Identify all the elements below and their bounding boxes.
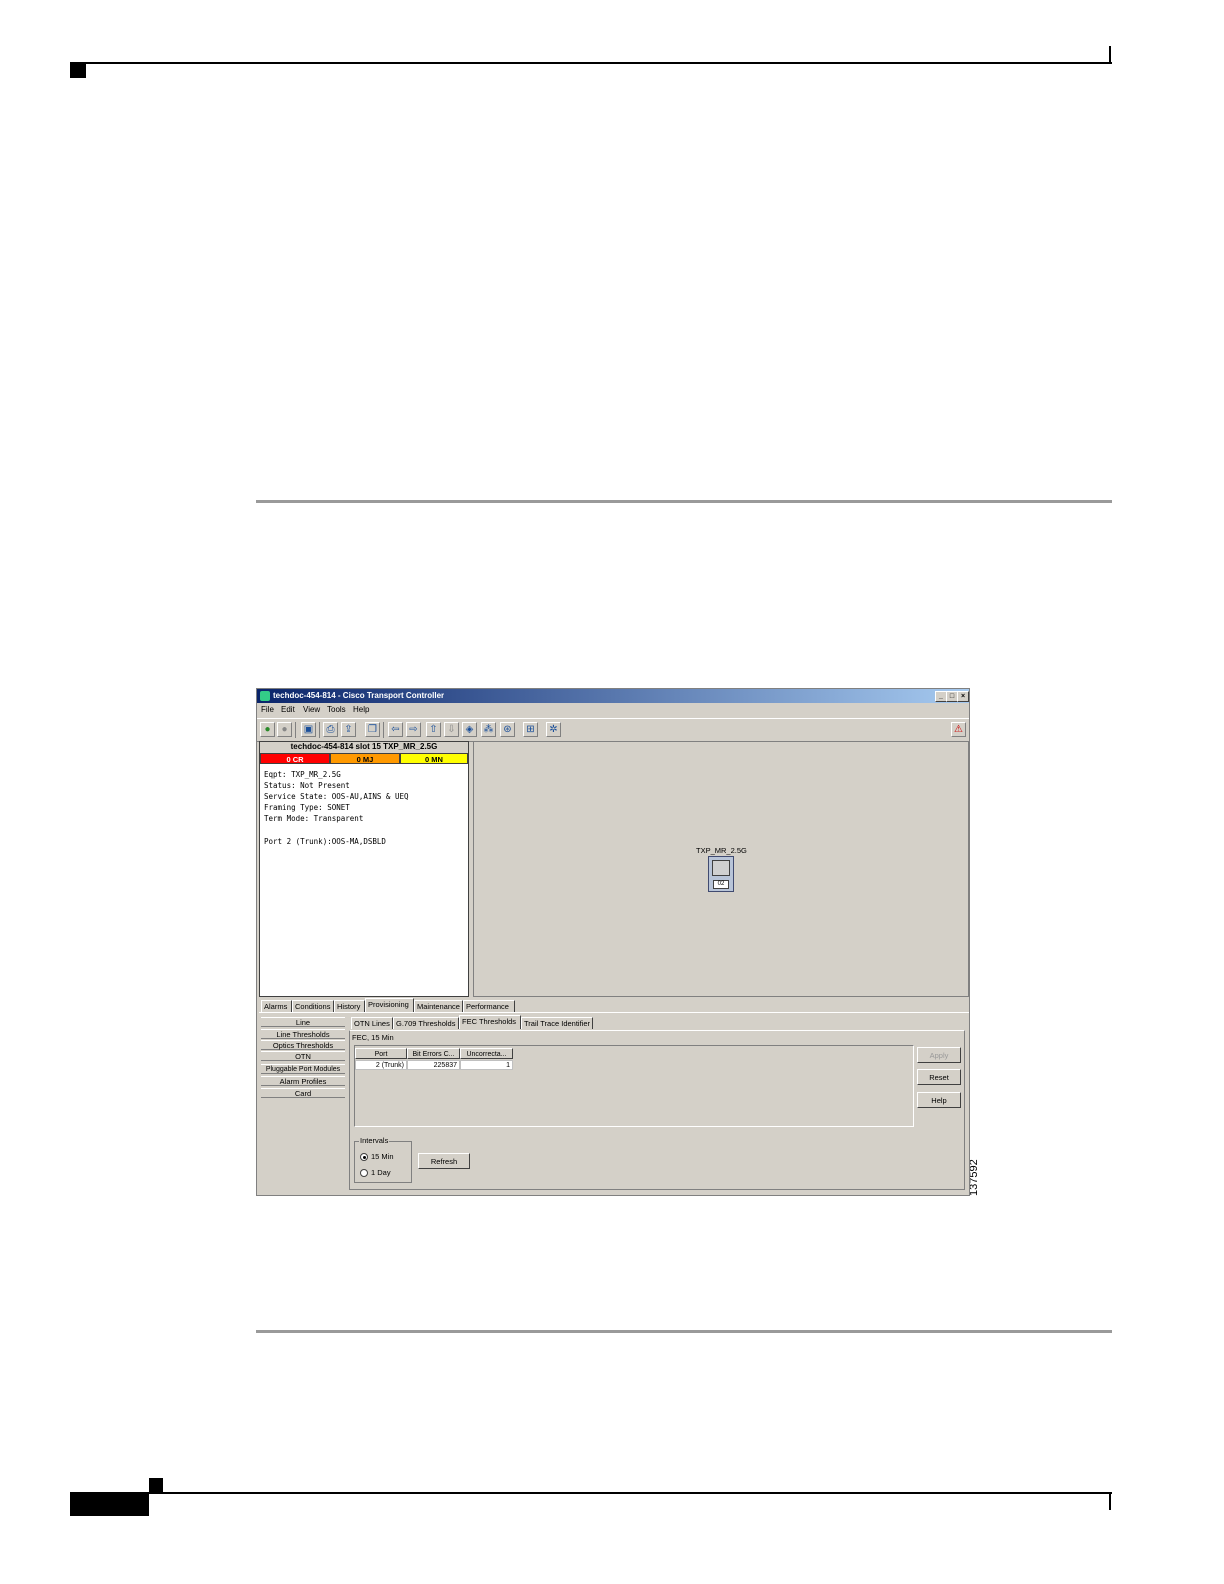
ctc-window: techdoc-454-814 - Cisco Transport Contro… xyxy=(256,688,970,1196)
figure-id: 137592 xyxy=(968,1159,980,1196)
table-cell-uncorrectable[interactable]: 1 xyxy=(460,1060,513,1070)
app-icon xyxy=(260,691,270,701)
toolbar: ● ● ▣ ⎙ ⇪ ❐ ⇦ ⇨ ⇧ ⇩ ◈ ⁂ ⊛ ⊞ ✲ ⚠ xyxy=(257,718,969,742)
subnav-pluggable-port-modules[interactable]: Pluggable Port Modules xyxy=(261,1064,345,1074)
radio-15min-label: 15 Min xyxy=(371,1152,394,1161)
subnav-line[interactable]: Line xyxy=(261,1017,345,1027)
apply-button[interactable]: Apply xyxy=(917,1047,961,1063)
card-led xyxy=(712,860,730,876)
subnav-card[interactable]: Card xyxy=(261,1088,345,1098)
column-header-port[interactable]: Port xyxy=(355,1048,407,1059)
title-bar[interactable]: techdoc-454-814 - Cisco Transport Contro… xyxy=(257,689,969,703)
network-view-icon[interactable]: ● xyxy=(260,722,275,737)
major-alarm-count: 0 MJ xyxy=(330,753,400,764)
shelf-icon[interactable]: ◈ xyxy=(462,722,477,737)
footer-tick xyxy=(1109,1494,1111,1510)
section-rule-bottom xyxy=(256,1330,1112,1333)
circuit-icon[interactable]: ⊛ xyxy=(500,722,515,737)
intervals-legend: Intervals xyxy=(359,1136,390,1145)
footer-rule xyxy=(70,1492,1112,1494)
tab-maintenance[interactable]: Maintenance xyxy=(414,1000,463,1012)
node-title: techdoc-454-814 slot 15 TXP_MR_2.5G xyxy=(260,742,468,753)
info-status: Status: Not Present xyxy=(264,781,350,790)
menu-edit[interactable]: Edit xyxy=(281,705,295,714)
forward-icon[interactable]: ⇨ xyxy=(406,722,421,737)
column-header-bit-errors[interactable]: Bit Errors C... xyxy=(407,1048,460,1059)
card-view: TXP_MR_2.5G 02 xyxy=(473,741,969,997)
menu-file[interactable]: File xyxy=(261,705,274,714)
back-icon[interactable]: ⇦ xyxy=(388,722,403,737)
menu-tools[interactable]: Tools xyxy=(327,705,346,714)
info-port-state: Port 2 (Trunk):OOS-MA,DSBLD xyxy=(264,837,386,846)
preferences-icon[interactable]: ⊞ xyxy=(523,722,538,737)
toolbar-separator xyxy=(383,722,384,738)
info-term-mode: Term Mode: Transparent xyxy=(264,814,364,823)
card-name-label: TXP_MR_2.5G xyxy=(696,846,747,855)
main-tab-bar: Alarms Conditions History Provisioning M… xyxy=(259,998,969,1013)
header-marker xyxy=(70,64,86,78)
node-info-panel: techdoc-454-814 slot 15 TXP_MR_2.5G 0 CR… xyxy=(259,741,469,997)
subnav-line-thresholds[interactable]: Line Thresholds xyxy=(261,1029,345,1039)
column-header-uncorrectable[interactable]: Uncorrecta... xyxy=(460,1048,513,1059)
tab-fec-thresholds[interactable]: FEC Thresholds xyxy=(459,1015,521,1029)
tab-provisioning[interactable]: Provisioning xyxy=(365,998,414,1012)
fec-thresholds-panel: FEC, 15 Min Port Bit Errors C... Uncorre… xyxy=(349,1030,965,1190)
lock-icon[interactable]: ▣ xyxy=(301,722,316,737)
tab-history[interactable]: History xyxy=(334,1000,365,1012)
radio-1day[interactable] xyxy=(360,1169,368,1178)
interval-1day-option[interactable]: 1 Day xyxy=(360,1168,391,1178)
copy-icon[interactable]: ❐ xyxy=(365,722,380,737)
critical-alarm-count: 0 CR xyxy=(260,753,330,764)
stop-icon[interactable]: ● xyxy=(277,722,292,737)
delete-icon[interactable]: ⚠ xyxy=(951,722,966,737)
info-service-state: Service State: OOS-AU,AINS & UEQ xyxy=(264,792,409,801)
help-icon[interactable]: ✲ xyxy=(546,722,561,737)
tab-trail-trace-identifier[interactable]: Trail Trace Identifier xyxy=(521,1017,593,1029)
window-title: techdoc-454-814 - Cisco Transport Contro… xyxy=(273,691,445,700)
fec-table: Port Bit Errors C... Uncorrecta... 2 (Tr… xyxy=(354,1045,914,1127)
table-cell-port[interactable]: 2 (Trunk) xyxy=(355,1060,407,1070)
minor-alarm-count: 0 MN xyxy=(400,753,468,764)
down-icon[interactable]: ⇩ xyxy=(444,722,459,737)
print-icon[interactable]: ⎙ xyxy=(323,722,338,737)
intervals-group: Intervals 15 Min 1 Day xyxy=(354,1136,412,1183)
refresh-button[interactable]: Refresh xyxy=(418,1153,470,1169)
tab-g709-thresholds[interactable]: G.709 Thresholds xyxy=(393,1017,459,1029)
menu-bar: File Edit View Tools Help xyxy=(257,703,969,717)
tab-conditions[interactable]: Conditions xyxy=(292,1000,334,1012)
fec-label: FEC, 15 Min xyxy=(352,1033,394,1042)
card-graphic[interactable]: 02 xyxy=(708,856,734,892)
tab-otn-lines[interactable]: OTN Lines xyxy=(351,1017,393,1029)
sub-tab-bar: OTN Lines G.709 Thresholds FEC Threshold… xyxy=(349,1015,969,1029)
tab-performance[interactable]: Performance xyxy=(463,1000,515,1012)
nodes-icon[interactable]: ⁂ xyxy=(481,722,496,737)
up-icon[interactable]: ⇧ xyxy=(426,722,441,737)
subnav-optics-thresholds[interactable]: Optics Thresholds xyxy=(261,1040,345,1050)
export-icon[interactable]: ⇪ xyxy=(341,722,356,737)
help-button[interactable]: Help xyxy=(917,1092,961,1108)
footer-page-block xyxy=(70,1493,149,1516)
radio-15min[interactable] xyxy=(360,1153,368,1162)
close-button[interactable]: × xyxy=(957,691,969,702)
menu-view[interactable]: View xyxy=(303,705,320,714)
card-port-label[interactable]: 02 xyxy=(713,880,729,889)
footer-notch xyxy=(149,1478,163,1493)
info-eqpt: Eqpt: TXP_MR_2.5G xyxy=(264,770,341,779)
section-rule-top xyxy=(256,500,1112,503)
toolbar-separator xyxy=(295,722,296,738)
menu-help[interactable]: Help xyxy=(353,705,369,714)
interval-15min-option[interactable]: 15 Min xyxy=(360,1152,394,1162)
header-rule xyxy=(70,62,1112,64)
radio-1day-label: 1 Day xyxy=(371,1168,391,1177)
reset-button[interactable]: Reset xyxy=(917,1069,961,1085)
info-framing-type: Framing Type: SONET xyxy=(264,803,350,812)
subnav-otn[interactable]: OTN xyxy=(261,1051,345,1061)
tab-alarms[interactable]: Alarms xyxy=(261,1000,292,1012)
table-cell-bit-errors[interactable]: 225837 xyxy=(407,1060,460,1070)
toolbar-separator xyxy=(319,722,320,738)
subnav-alarm-profiles[interactable]: Alarm Profiles xyxy=(261,1076,345,1086)
